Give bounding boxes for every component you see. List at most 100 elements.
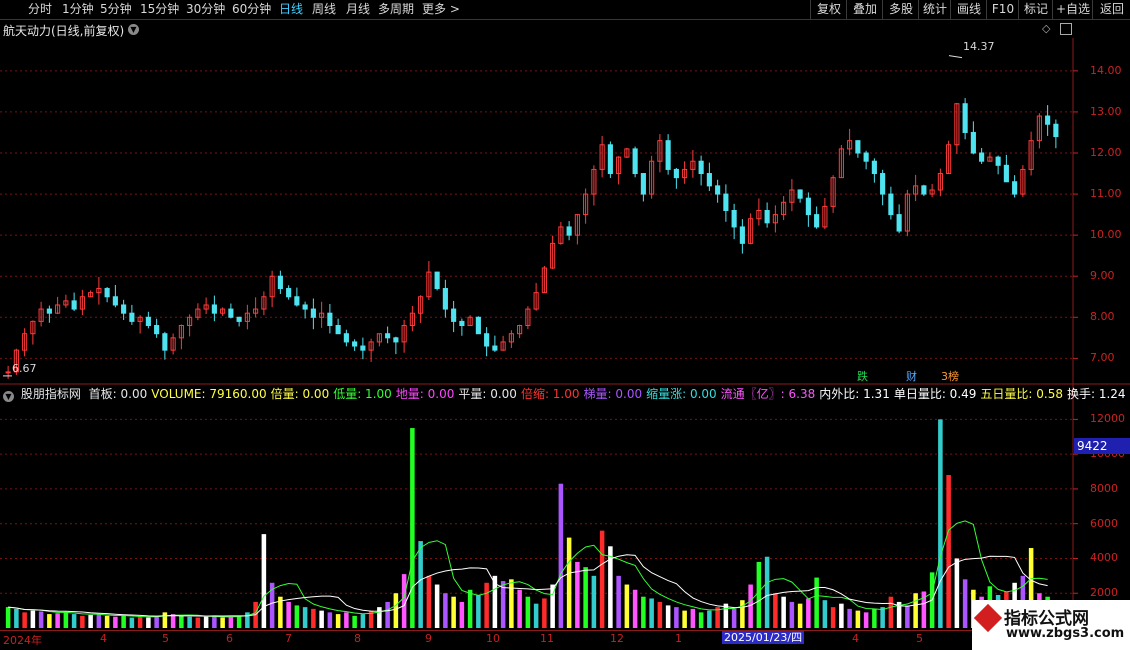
volume-bar [624,584,630,628]
volume-tick-label: 4000 [1090,551,1118,565]
indicator-name[interactable]: 股朋指标网 [21,387,81,401]
volume-bar [195,617,201,628]
volume-bar [830,607,836,628]
candle-body [112,296,118,306]
watermark-logo-icon [973,603,1003,633]
candle-body [1053,123,1059,138]
event-badge-2[interactable]: 3榜 [939,370,961,383]
volume-bar [632,589,638,628]
candle-body [145,316,151,326]
volume-bar [731,608,737,628]
indicator-bar: ▼ 股朋指标网 首板: 0.00 VOLUME: 79160.00 倍量: 0.00… [0,385,1126,402]
volume-bar [393,593,399,628]
volume-bar [121,615,126,628]
volume-tick-label: 8000 [1090,481,1118,495]
volume-bar [80,615,85,628]
volume-bar [162,612,168,628]
volume-bar [773,593,778,628]
volume-bar [38,611,44,628]
candle-body [335,325,341,335]
volume-bar [104,615,110,628]
volume-bar [517,589,522,628]
date-tick-label: 11 [540,632,554,645]
event-badge-0[interactable]: 跌 [855,370,870,383]
volume-bar [476,594,481,628]
volume-bar [459,601,465,628]
candle-body [995,156,1001,166]
volume-bar [14,608,19,628]
date-tick-label: 5 [162,632,169,645]
date-tick-label: 12 [610,632,624,645]
volume-bar [418,541,423,628]
candle-body [162,333,168,351]
volume-bar [938,419,943,628]
volume-bar [96,614,102,628]
volume-bar [377,607,382,628]
volume-bar [352,615,357,628]
volume-bar [426,575,432,628]
indicator-dropdown-icon[interactable]: ▼ [3,391,14,402]
candle-body [228,308,234,318]
volume-bar [434,584,440,628]
candle-body [129,312,135,322]
candle-body [294,296,300,306]
volume-bar [203,616,209,628]
volume-tick-label: 12000 [1090,412,1125,426]
date-tick-label: 4 [100,632,107,645]
volume-tick-label: 6000 [1090,516,1118,530]
volume-bar [797,603,803,628]
volume-bar [822,600,828,628]
event-badge-1[interactable]: 财 [904,370,919,383]
indicator-item-4: 地量: 0.00 [395,387,455,401]
date-tick-label: 9 [425,632,432,645]
watermark: 指标公式网 www.zbgs3.com [972,600,1130,650]
volume-bar [863,612,869,628]
date-tick-label: 7 [285,632,292,645]
candle-body [805,197,811,216]
candle-body [236,316,242,322]
volume-bar [847,608,852,628]
date-tick-label: 10 [486,632,500,645]
candle-body [302,304,308,310]
candle-body [286,288,292,298]
price-tick-label: 13.00 [1090,104,1122,118]
volume-bar [236,615,242,628]
volume-bar [484,582,489,628]
volume-tick-label: 2000 [1090,586,1118,600]
candle-body [343,333,349,343]
volume-bar [542,598,547,628]
candle-body [5,371,11,374]
volume-bar [294,605,300,628]
volume-bar [30,610,36,628]
candle-body [277,275,283,290]
candle-body [1045,115,1051,125]
volume-bar [335,614,341,628]
candle-body [871,160,877,175]
volume-bar [137,616,143,628]
indicator-item-5: 平量: 0.00 [458,387,517,401]
candle-body [385,333,391,339]
volume-bar [344,612,349,628]
volume-bar [707,610,712,628]
volume-bar [566,537,572,628]
volume-bar [212,615,217,628]
date-tick-label: 8 [354,632,361,645]
indicator-item-0: 首板: 0.00 [88,387,148,401]
volume-bar [913,593,918,628]
candle-body [121,304,127,314]
indicator-item-1: VOLUME: 79160.00 [151,387,267,401]
volume-bar [888,596,894,628]
candle-body [360,345,366,351]
indicator-item-9: 流通〖亿〗: 6.38 [720,387,816,401]
date-tick-label: 2025/01/23/四 [722,631,805,644]
candle-body [970,131,976,154]
volume-bar [385,601,390,628]
candle-body [764,210,770,224]
volume-bar [533,603,539,628]
volume-bar [509,579,514,628]
candle-body [71,300,77,310]
kline-chart[interactable] [0,0,1130,650]
volume-bar [756,561,762,628]
volume-bar [583,567,588,628]
volume-bar [113,616,118,628]
